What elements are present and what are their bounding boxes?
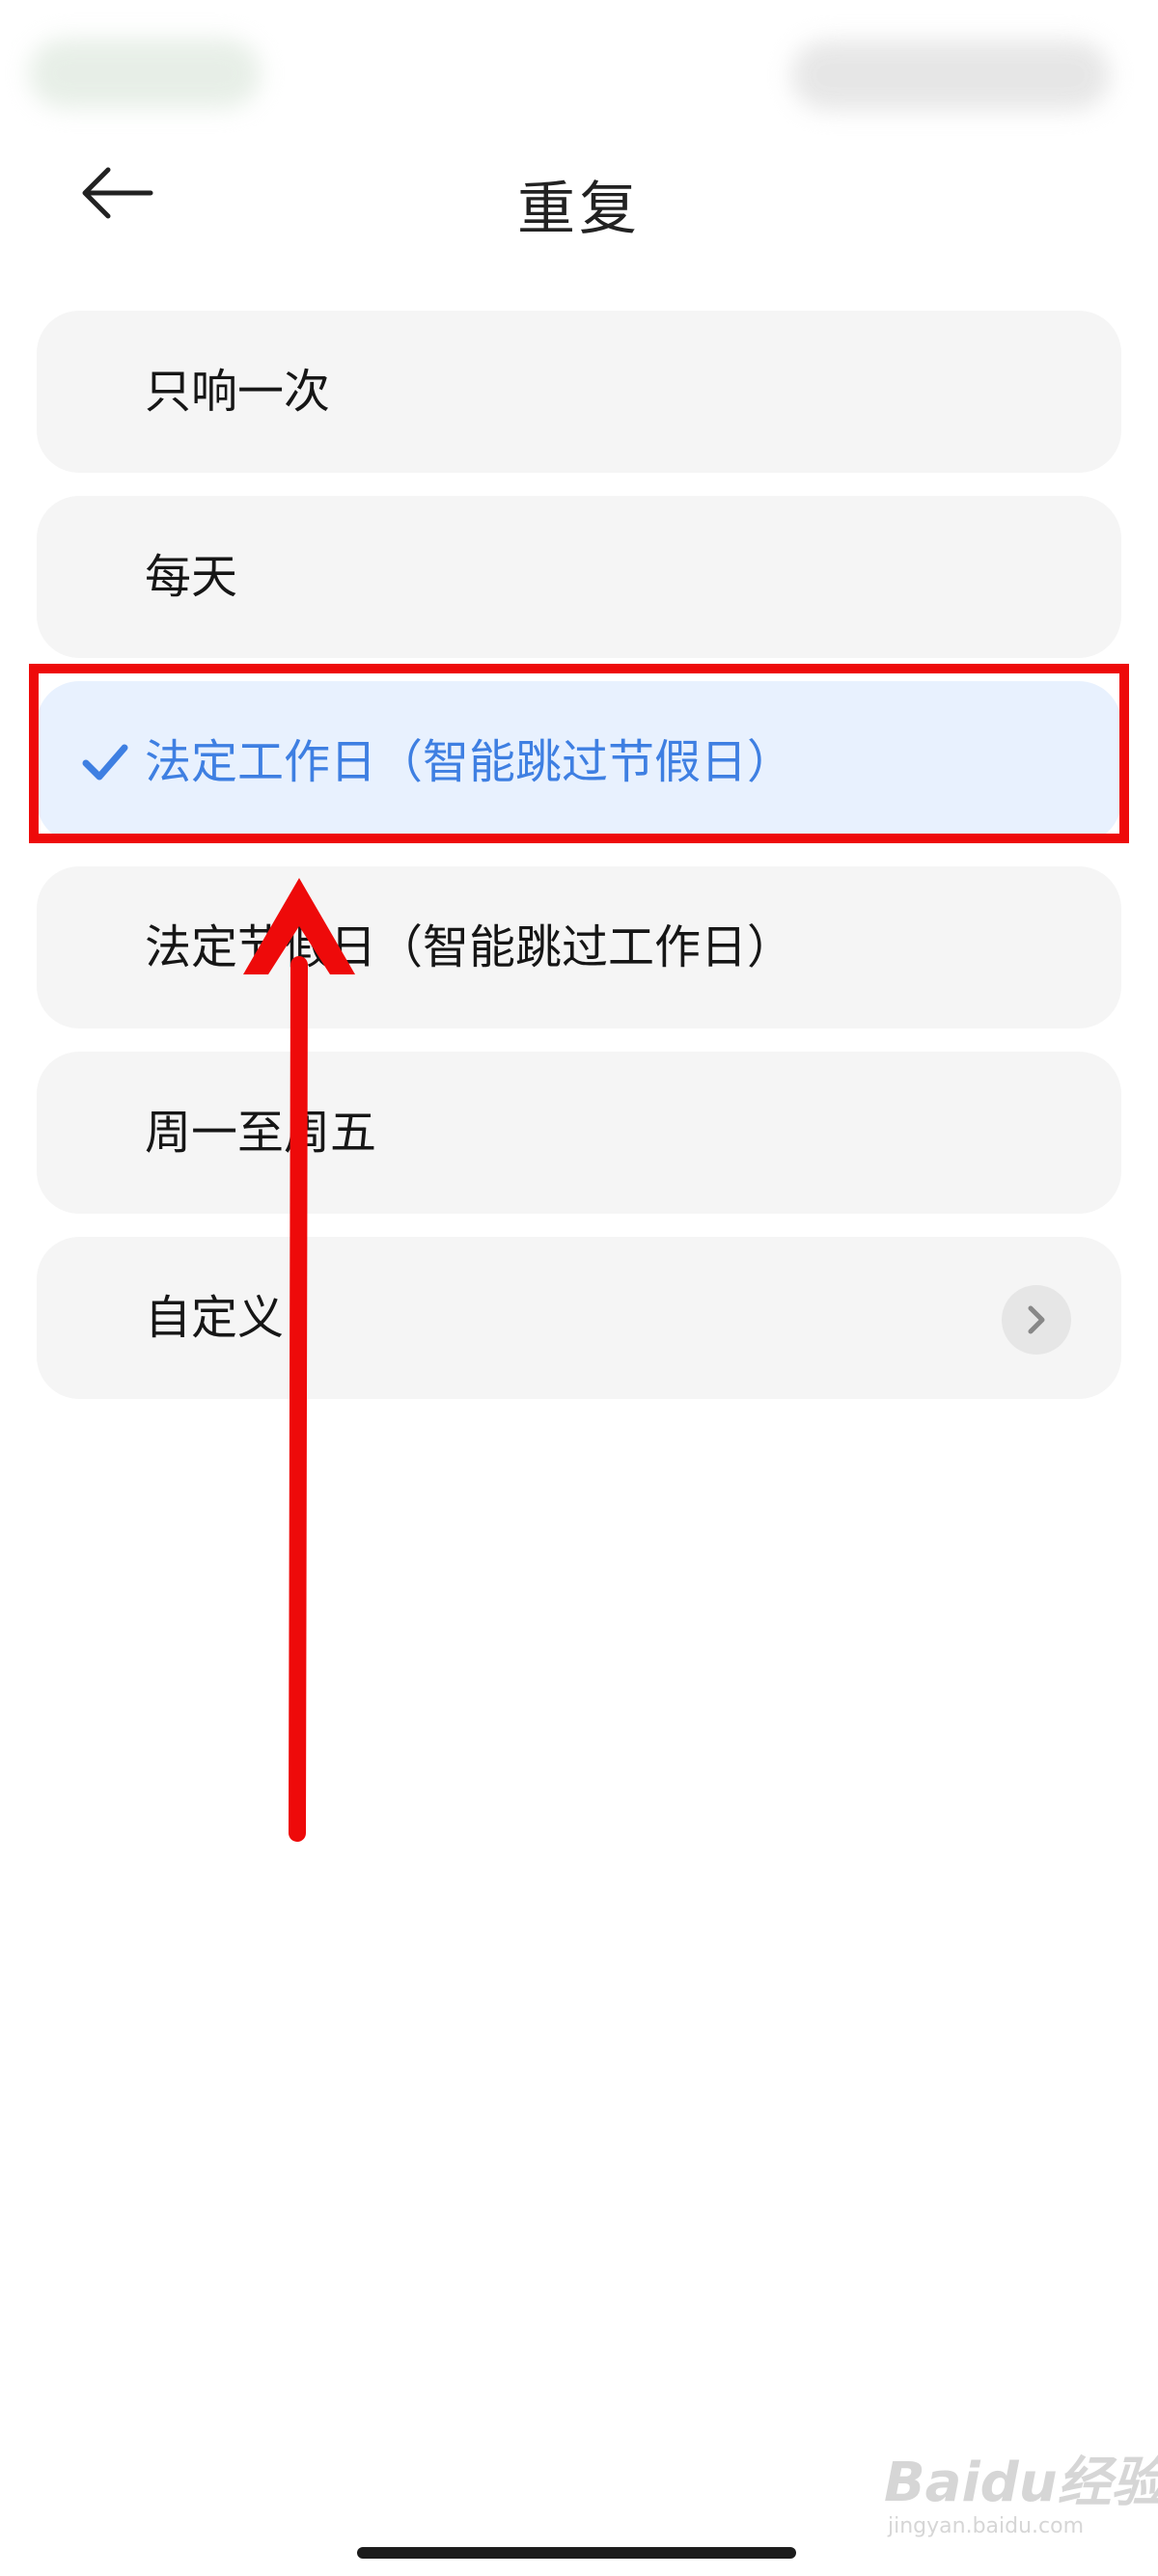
option-label: 自定义 xyxy=(145,1291,285,1345)
option-weekdays[interactable]: 周一至周五 xyxy=(37,1052,1121,1214)
option-daily[interactable]: 每天 xyxy=(37,496,1121,658)
watermark-logo: Baidu经验 xyxy=(884,2452,1158,2514)
checkmark-icon xyxy=(80,736,130,788)
chevron-right-icon[interactable] xyxy=(1002,1285,1071,1355)
watermark-url: jingyan.baidu.com xyxy=(888,2514,1085,2538)
option-legal-holidays[interactable]: 法定节假日（智能跳过工作日） xyxy=(37,866,1121,1028)
option-label: 法定工作日（智能跳过节假日） xyxy=(145,735,794,789)
home-indicator[interactable] xyxy=(357,2547,796,2559)
header: 重复 xyxy=(0,145,1158,243)
option-legal-workdays[interactable]: 法定工作日（智能跳过节假日） xyxy=(37,681,1121,843)
page-title: 重复 xyxy=(517,176,641,243)
option-label: 只响一次 xyxy=(145,365,331,419)
status-bar-right-blurred xyxy=(791,41,1110,110)
option-label: 每天 xyxy=(145,550,238,604)
baidu-jingyan-watermark: Baidu经验 jingyan.baidu.com xyxy=(884,2439,1158,2545)
option-label: 法定节假日（智能跳过工作日） xyxy=(145,920,794,974)
option-once[interactable]: 只响一次 xyxy=(37,311,1121,473)
status-bar-left-blurred xyxy=(29,39,261,108)
option-custom[interactable]: 自定义 xyxy=(37,1237,1121,1399)
repeat-options-list: 只响一次 每天 法定工作日（智能跳过节假日） 法定节假日（智能跳过工作日） 周一… xyxy=(37,311,1121,1422)
option-label: 周一至周五 xyxy=(145,1106,377,1160)
